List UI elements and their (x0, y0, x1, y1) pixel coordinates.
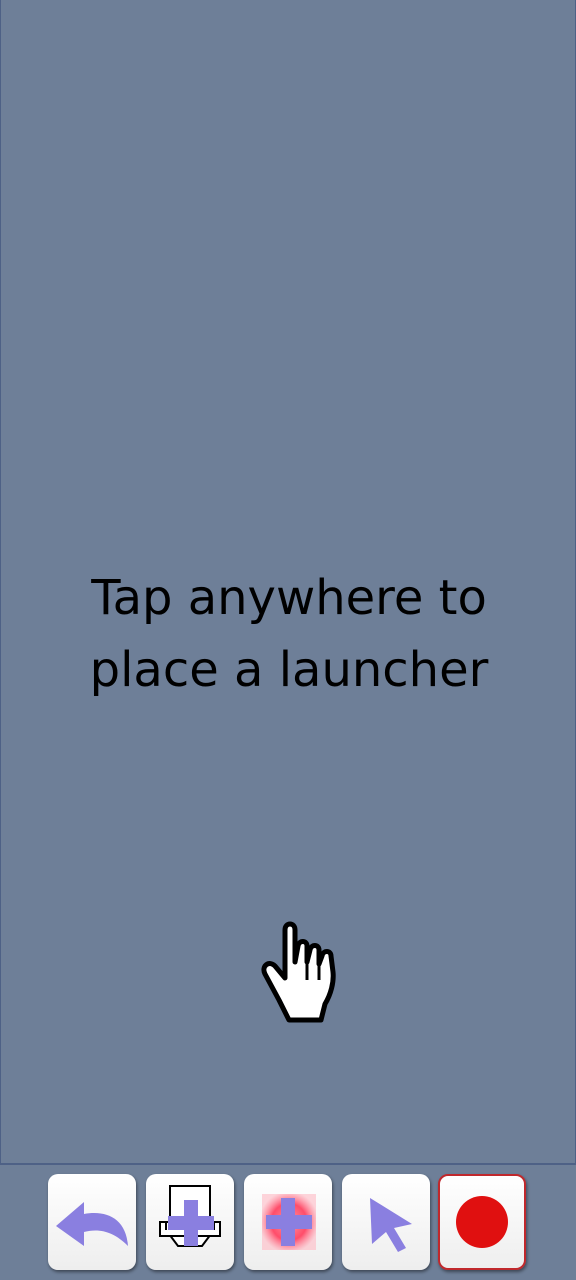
select-button[interactable] (342, 1174, 430, 1270)
plus-icon (262, 1194, 316, 1250)
add-launcher-button[interactable] (244, 1174, 332, 1270)
undo-button[interactable] (48, 1174, 136, 1270)
launcher-canvas[interactable]: Tap anywhere to place a launcher (0, 0, 576, 1163)
undo-arrow-icon (56, 1202, 128, 1246)
pointer-arrow-icon (370, 1198, 412, 1252)
keyboard-plus-icon (159, 1185, 221, 1247)
placement-hint: Tap anywhere to place a launcher (1, 562, 576, 706)
add-keyboard-launcher-button[interactable] (146, 1174, 234, 1270)
record-button[interactable] (438, 1174, 526, 1270)
record-dot-icon (456, 1196, 508, 1248)
hint-line-1: Tap anywhere to (91, 570, 487, 626)
hint-line-2: place a launcher (89, 642, 489, 698)
hand-pointer-icon (261, 921, 336, 1023)
